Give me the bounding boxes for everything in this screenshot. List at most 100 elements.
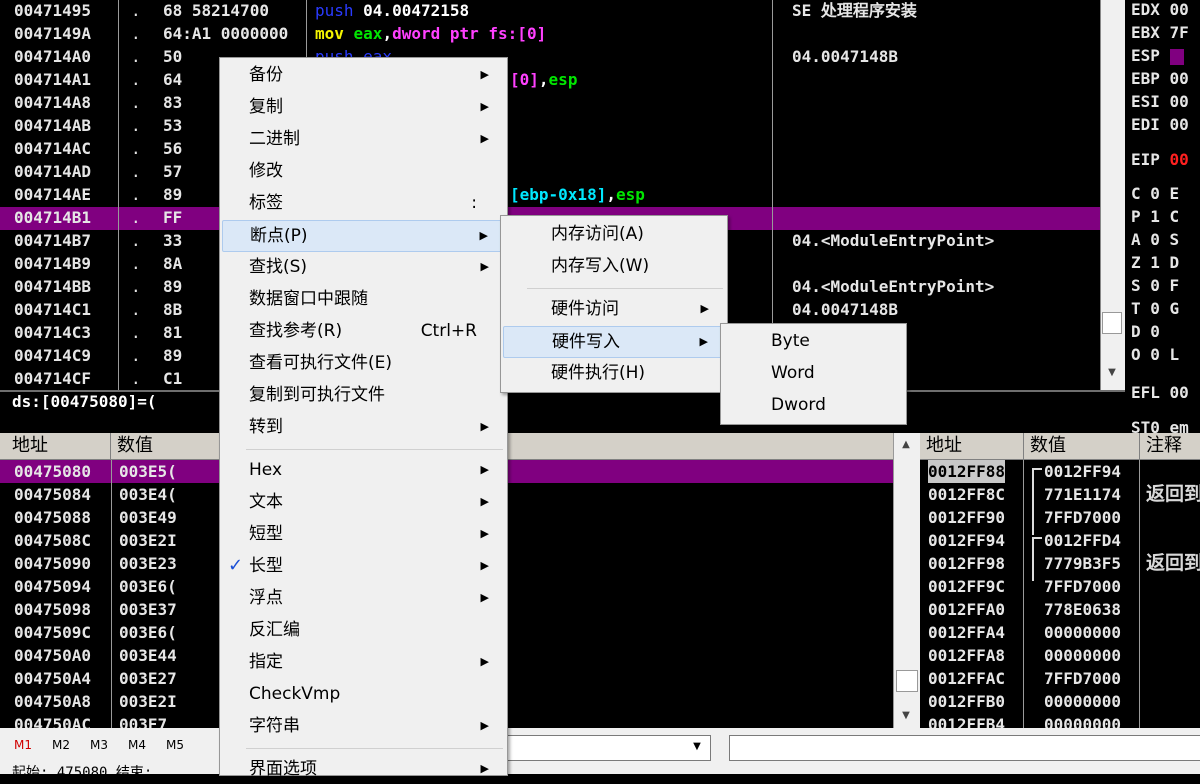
dump-header-address[interactable]: 地址 (12, 433, 48, 459)
register-row[interactable]: ESP (1131, 46, 1184, 65)
stack-row[interactable]: 0012FFB4 00000000 (920, 713, 1200, 728)
register-row[interactable]: EDX 00 (1131, 0, 1189, 19)
context-menu-item[interactable]: ✓ 长型 ▶ (222, 551, 505, 581)
disassembly-row[interactable]: 004714A1. 64 [0],esp (0, 69, 1100, 92)
stack-row[interactable]: 0012FFA0 778E0638 (920, 598, 1200, 621)
register-row[interactable]: Z 1 D (1131, 253, 1179, 272)
register-row[interactable]: EFL 00 (1131, 383, 1189, 402)
stack-header[interactable]: 地址 数值 注释 (920, 433, 1200, 460)
register-row[interactable]: EDI 00 (1131, 115, 1189, 134)
disassembly-row[interactable]: 00471495. 68 58214700 push 04.00472158 SE 处… (0, 0, 1100, 23)
context-menu[interactable]: 备份 ▶ 复制 ▶ 二进制 ▶ 修改 标签: 断点(P) ▶ 查找(S) ▶ 数据窗口中跟随 查找参考(R… (219, 57, 508, 779)
stack-header-comment[interactable]: 注释 (1139, 433, 1182, 459)
register-row[interactable]: EBX 7F (1131, 23, 1189, 42)
register-row[interactable]: T 0 G (1131, 299, 1179, 318)
scroll-up-icon[interactable]: ▲ (893, 434, 919, 456)
stack-row[interactable]: 0012FF9C 7FFD7000 (920, 575, 1200, 598)
hardware-write-submenu[interactable]: Byte Word Dword (720, 323, 907, 425)
stack-row[interactable]: 0012FF88 0012FF94 (920, 460, 1200, 483)
dump-tab-m2[interactable]: M2 (52, 738, 70, 752)
breakpoint-menu-item[interactable]: 内存访问(A) (503, 219, 725, 249)
breakpoint-menu-item[interactable]: 硬件访问 ▶ (503, 294, 725, 324)
breakpoint-menu-item[interactable]: 硬件执行(H) (503, 358, 725, 388)
hw-write-menu-item[interactable]: Byte (723, 326, 904, 356)
register-row[interactable]: ESI 00 (1131, 92, 1189, 111)
chevron-down-icon[interactable]: ▼ (686, 736, 708, 758)
context-menu-item[interactable]: 复制到可执行文件 (222, 380, 505, 410)
instruction-marker: . (131, 323, 141, 342)
scroll-down-icon[interactable]: ▼ (893, 705, 919, 727)
disassembly-row[interactable]: 004714A0.50push eax04.0047148B (0, 46, 1100, 69)
stack-row[interactable]: 0012FFA4 00000000 (920, 621, 1200, 644)
register-row[interactable]: P 1 C (1131, 207, 1179, 226)
context-menu-item[interactable]: Hex ▶ (222, 455, 505, 485)
context-menu-item[interactable]: 短型 ▶ (222, 519, 505, 549)
register-row[interactable]: D 0 (1131, 322, 1160, 341)
context-menu-item[interactable]: 标签: (222, 188, 505, 218)
hw-write-menu-item[interactable]: Word (723, 358, 904, 388)
context-menu-item[interactable]: 界面选项 ▶ (222, 754, 505, 784)
registers-pane[interactable]: EDX 00 EBX 7F ESP EBP 00 ESI 00 EDI 00 EIP 00… (1125, 0, 1200, 433)
command-combo[interactable] (505, 735, 711, 761)
breakpoint-menu-item[interactable]: 内存写入(W) (503, 251, 725, 281)
context-menu-item[interactable]: 查找参考(R) Ctrl+R (222, 316, 505, 346)
disassembly-scroll-thumb[interactable] (1102, 312, 1122, 334)
context-menu-item[interactable]: 备份 ▶ (222, 60, 505, 90)
context-menu-item[interactable]: 查找(S) ▶ (222, 252, 505, 282)
dump-tab-m1[interactable]: M1 (14, 738, 32, 752)
stack-header-address[interactable]: 地址 (926, 433, 962, 459)
stack-value: 7FFD7000 (1044, 577, 1122, 596)
register-row[interactable]: EIP 00 (1131, 150, 1189, 169)
disassembly-row[interactable]: 0047149A. 64:A1 0000000 mov eax,dword ptr … (0, 23, 1100, 46)
context-menu-item[interactable]: 查看可执行文件(E) (222, 348, 505, 378)
hw-write-menu-item[interactable]: Dword (723, 390, 904, 420)
dump-tab-m5[interactable]: M5 (166, 738, 184, 752)
disassembly-row[interactable]: 004714AB. 53 (0, 115, 1100, 138)
context-menu-item[interactable]: 二进制 ▶ (222, 124, 505, 154)
register-row[interactable]: ST0 em (1131, 418, 1189, 433)
stack-row[interactable]: 0012FFB0 00000000 (920, 690, 1200, 713)
register-row[interactable]: O 0 L (1131, 345, 1179, 364)
stack-header-value[interactable]: 数值 (1023, 433, 1066, 459)
context-menu-item[interactable]: 断点(P) ▶ (222, 220, 505, 252)
context-menu-item[interactable]: 复制 ▶ (222, 92, 505, 122)
context-menu-item[interactable]: 浮点 ▶ (222, 583, 505, 613)
instruction-bytes: 89 (163, 185, 183, 204)
stack-row[interactable]: 0012FF8C 771E1174 返回到 (920, 483, 1200, 506)
stack-row[interactable]: 0012FF98 7779B3F5 返回到 (920, 552, 1200, 575)
register-row[interactable]: A 0 S (1131, 230, 1179, 249)
dump-header-value[interactable]: 数值 (110, 433, 153, 459)
context-menu-item[interactable]: 反汇编 (222, 615, 505, 645)
dump-tab-m3[interactable]: M3 (90, 738, 108, 752)
context-menu-item[interactable]: 数据窗口中跟随 (222, 284, 505, 314)
context-menu-item[interactable]: 转到 ▶ (222, 412, 505, 442)
disassembly-row[interactable]: 004714AD. 57 (0, 161, 1100, 184)
stack-row[interactable]: 0012FFAC 7FFD7000 (920, 667, 1200, 690)
context-menu-item[interactable]: CheckVmp (222, 679, 505, 709)
scroll-down-icon[interactable]: ▼ (1100, 362, 1124, 384)
instruction-bytes: 57 (163, 162, 183, 181)
context-menu-item[interactable]: 指定 ▶ (222, 647, 505, 677)
stack-scroll-thumb[interactable] (896, 670, 918, 692)
register-row[interactable]: EBP 00 (1131, 69, 1189, 88)
disassembly-row[interactable]: 004714AE. 89 [ebp-0x18],esp (0, 184, 1100, 207)
context-menu-item[interactable]: 文本 ▶ (222, 487, 505, 517)
instruction-address: 004714C9 (14, 346, 92, 365)
disassembly-row[interactable]: 004714AC. 56 (0, 138, 1100, 161)
register-row[interactable]: C 0 E (1131, 184, 1179, 203)
context-menu-item[interactable]: 字符串 ▶ (222, 711, 505, 741)
register-name: EFL (1131, 383, 1160, 402)
disassembly-row[interactable]: 004714A8. 83 (0, 92, 1100, 115)
stack-row[interactable]: 0012FF90 7FFD7000 (920, 506, 1200, 529)
breakpoint-menu-item[interactable]: 硬件写入 ▶ (503, 326, 725, 358)
register-row[interactable]: S 0 F (1131, 276, 1179, 295)
instruction-disassembly: push 04.00472158 (315, 0, 469, 22)
stack-address: 0012FFAC (928, 669, 1006, 688)
stack-row[interactable]: 0012FFA8 00000000 (920, 644, 1200, 667)
stack-row[interactable]: 0012FF94 0012FFD4 (920, 529, 1200, 552)
command-input[interactable] (729, 735, 1200, 761)
stack-pane[interactable]: 0012FF88 0012FF94 0012FF8C 771E1174 返回到 0012F… (920, 460, 1200, 728)
context-menu-item[interactable]: 修改 (222, 156, 505, 186)
breakpoint-submenu[interactable]: 内存访问(A) 内存写入(W) 硬件访问 ▶ 硬件写入 ▶ 硬件执行(H) (500, 215, 728, 393)
dump-tab-m4[interactable]: M4 (128, 738, 146, 752)
